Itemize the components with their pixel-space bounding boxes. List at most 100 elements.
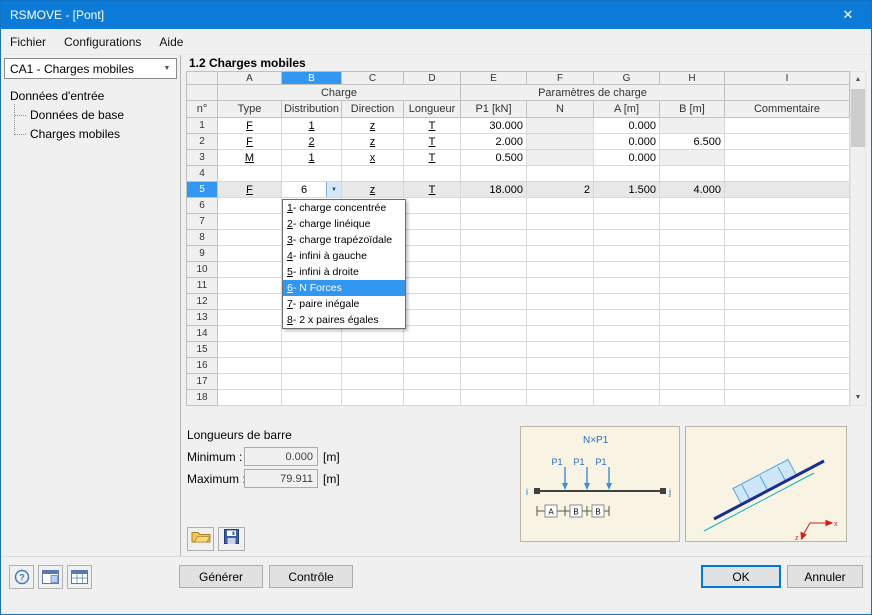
cell-3-p1[interactable]: 0.500 bbox=[461, 150, 527, 166]
col-header-direction[interactable]: Direction bbox=[342, 101, 404, 118]
dropdown-item-4[interactable]: 4 - infini à gauche bbox=[283, 248, 405, 264]
cell-8-p1[interactable] bbox=[461, 230, 527, 246]
cell-6-commentaire[interactable] bbox=[725, 198, 850, 214]
cell-9-commentaire[interactable] bbox=[725, 246, 850, 262]
cell-7-type[interactable] bbox=[218, 214, 282, 230]
cell-18-direction[interactable] bbox=[342, 390, 404, 406]
cell-17-longueur[interactable] bbox=[404, 374, 461, 390]
cell-9-b[interactable] bbox=[660, 246, 725, 262]
cell-9-p1[interactable] bbox=[461, 246, 527, 262]
cell-15-a[interactable] bbox=[594, 342, 660, 358]
cell-12-b[interactable] bbox=[660, 294, 725, 310]
cell-10-a[interactable] bbox=[594, 262, 660, 278]
cell-10-b[interactable] bbox=[660, 262, 725, 278]
cell-10-longueur[interactable] bbox=[404, 262, 461, 278]
cell-9-type[interactable] bbox=[218, 246, 282, 262]
close-button[interactable]: ✕ bbox=[825, 1, 871, 29]
cell-11-type[interactable] bbox=[218, 278, 282, 294]
cell-11-a[interactable] bbox=[594, 278, 660, 294]
cell-12-longueur[interactable] bbox=[404, 294, 461, 310]
row-header-11[interactable]: 11 bbox=[186, 278, 218, 294]
cell-2-direction[interactable]: z bbox=[342, 134, 404, 150]
cell-2-a[interactable]: 0.000 bbox=[594, 134, 660, 150]
cell-4-b[interactable] bbox=[660, 166, 725, 182]
cell-15-type[interactable] bbox=[218, 342, 282, 358]
cell-6-longueur[interactable] bbox=[404, 198, 461, 214]
cell-14-longueur[interactable] bbox=[404, 326, 461, 342]
cell-15-distribution[interactable] bbox=[282, 342, 342, 358]
cell-17-type[interactable] bbox=[218, 374, 282, 390]
cell-2-distribution[interactable]: 2 bbox=[282, 134, 342, 150]
row-header-14[interactable]: 14 bbox=[186, 326, 218, 342]
cell-4-a[interactable] bbox=[594, 166, 660, 182]
cell-14-a[interactable] bbox=[594, 326, 660, 342]
col-letter-F[interactable]: F bbox=[527, 71, 594, 85]
cell-11-p1[interactable] bbox=[461, 278, 527, 294]
cell-18-type[interactable] bbox=[218, 390, 282, 406]
cell-8-a[interactable] bbox=[594, 230, 660, 246]
col-header-n[interactable]: n° bbox=[186, 101, 218, 118]
cell-4-commentaire[interactable] bbox=[725, 166, 850, 182]
cell-16-p1[interactable] bbox=[461, 358, 527, 374]
cell-2-p1[interactable]: 2.000 bbox=[461, 134, 527, 150]
col-header-longueur[interactable]: Longueur bbox=[404, 101, 461, 118]
cell-11-b[interactable] bbox=[660, 278, 725, 294]
toggle-table-button[interactable] bbox=[67, 565, 92, 589]
cell-3-n[interactable] bbox=[527, 150, 594, 166]
cell-14-n[interactable] bbox=[527, 326, 594, 342]
cell-4-distribution[interactable] bbox=[282, 166, 342, 182]
cell-5-commentaire[interactable] bbox=[725, 182, 850, 198]
dropdown-item-3[interactable]: 3 - charge trapézoïdale bbox=[283, 232, 405, 248]
dropdown-item-8[interactable]: 8 - 2 x paires égales bbox=[283, 312, 405, 328]
generate-button[interactable]: Générer bbox=[179, 565, 263, 588]
cell-4-type[interactable] bbox=[218, 166, 282, 182]
cell-1-p1[interactable]: 30.000 bbox=[461, 118, 527, 134]
row-header-7[interactable]: 7 bbox=[186, 214, 218, 230]
combo-arrow-icon[interactable]: ▼ bbox=[326, 182, 341, 197]
cell-3-a[interactable]: 0.000 bbox=[594, 150, 660, 166]
col-letter-D[interactable]: D bbox=[404, 71, 461, 85]
cell-17-commentaire[interactable] bbox=[725, 374, 850, 390]
col-header-commentaire[interactable]: Commentaire bbox=[725, 101, 850, 118]
open-file-button[interactable] bbox=[187, 527, 214, 551]
cell-7-b[interactable] bbox=[660, 214, 725, 230]
cell-3-b[interactable] bbox=[660, 150, 725, 166]
row-header-15[interactable]: 15 bbox=[186, 342, 218, 358]
help-button[interactable]: ? bbox=[9, 565, 34, 589]
cell-13-n[interactable] bbox=[527, 310, 594, 326]
row-header-16[interactable]: 16 bbox=[186, 358, 218, 374]
cell-5-distribution[interactable]: 6 ▼ bbox=[282, 182, 342, 198]
cell-11-longueur[interactable] bbox=[404, 278, 461, 294]
dropdown-item-5[interactable]: 5 - infini à droite bbox=[283, 264, 405, 280]
cell-12-commentaire[interactable] bbox=[725, 294, 850, 310]
cell-13-longueur[interactable] bbox=[404, 310, 461, 326]
cell-15-commentaire[interactable] bbox=[725, 342, 850, 358]
cell-17-distribution[interactable] bbox=[282, 374, 342, 390]
cell-5-type[interactable]: F bbox=[218, 182, 282, 198]
col-header-n[interactable]: N bbox=[527, 101, 594, 118]
cell-6-a[interactable] bbox=[594, 198, 660, 214]
cell-17-a[interactable] bbox=[594, 374, 660, 390]
cell-16-n[interactable] bbox=[527, 358, 594, 374]
cell-1-type[interactable]: F bbox=[218, 118, 282, 134]
cell-16-type[interactable] bbox=[218, 358, 282, 374]
cell-1-direction[interactable]: z bbox=[342, 118, 404, 134]
cell-8-type[interactable] bbox=[218, 230, 282, 246]
row-header-4[interactable]: 4 bbox=[186, 166, 218, 182]
tree-item-donnees-entree[interactable]: Données d'entrée bbox=[8, 87, 178, 106]
col-letter-B[interactable]: B bbox=[282, 71, 342, 85]
cell-9-n[interactable] bbox=[527, 246, 594, 262]
col-header-b[interactable]: B [m] bbox=[660, 101, 725, 118]
scrollbar-thumb[interactable] bbox=[851, 89, 865, 147]
cell-10-p1[interactable] bbox=[461, 262, 527, 278]
cell-9-a[interactable] bbox=[594, 246, 660, 262]
col-letter-G[interactable]: G bbox=[594, 71, 660, 85]
cell-16-a[interactable] bbox=[594, 358, 660, 374]
cell-6-b[interactable] bbox=[660, 198, 725, 214]
dropdown-item-7[interactable]: 7 - paire inégale bbox=[283, 296, 405, 312]
cell-18-distribution[interactable] bbox=[282, 390, 342, 406]
cell-7-a[interactable] bbox=[594, 214, 660, 230]
control-button[interactable]: Contrôle bbox=[269, 565, 353, 588]
dropdown-item-2[interactable]: 2 - charge linéique bbox=[283, 216, 405, 232]
cell-3-type[interactable]: M bbox=[218, 150, 282, 166]
